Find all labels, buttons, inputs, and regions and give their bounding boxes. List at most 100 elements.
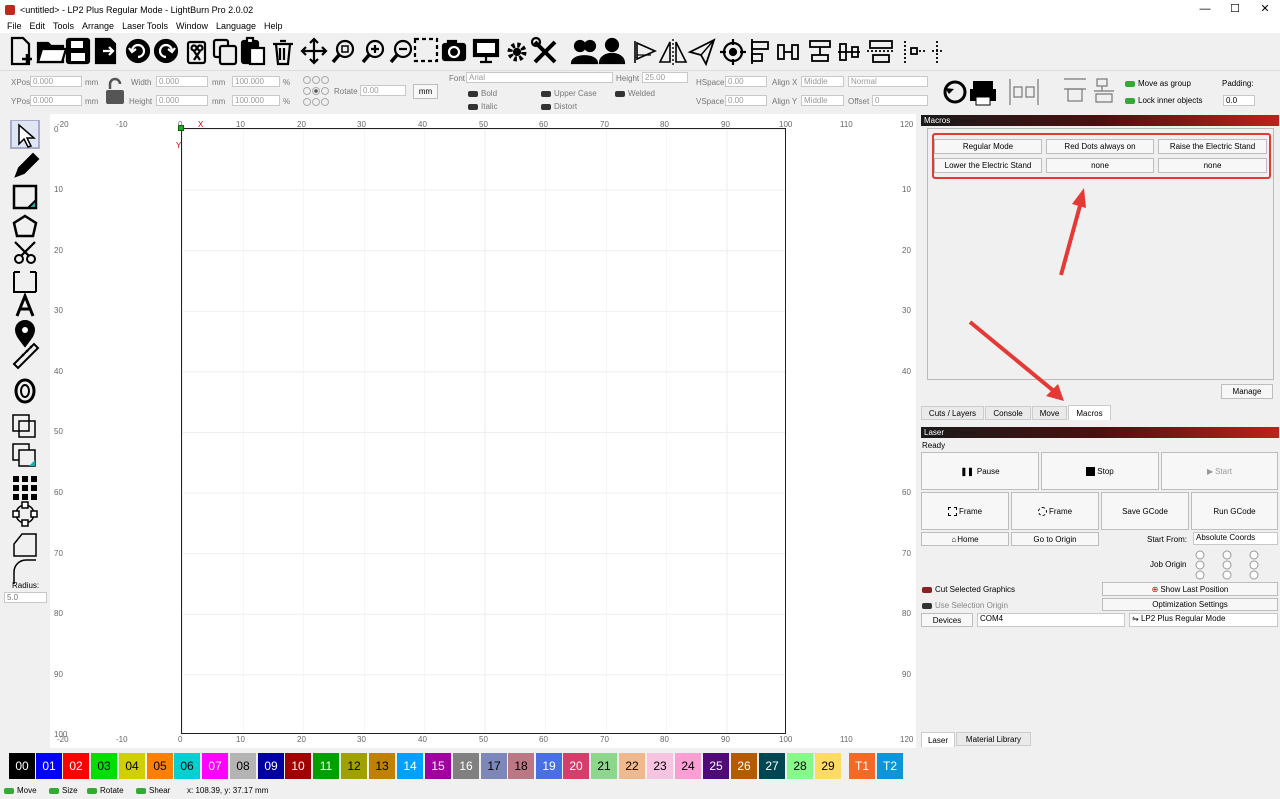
align-icon-5[interactable] xyxy=(867,40,895,63)
monitor-icon[interactable] xyxy=(472,38,500,64)
move-icon[interactable] xyxy=(300,37,328,65)
layer-swatch-24[interactable]: 24 xyxy=(675,753,701,779)
layer-swatch-17[interactable]: 17 xyxy=(481,753,507,779)
camera-icon[interactable] xyxy=(441,39,467,62)
close-button[interactable]: ✕ xyxy=(1250,0,1280,19)
minimize-button[interactable]: — xyxy=(1190,0,1220,19)
layer-swatch-14[interactable]: 14 xyxy=(397,753,423,779)
zoom-in-icon[interactable] xyxy=(361,39,385,64)
font-height-input[interactable]: 25.00 xyxy=(642,72,688,83)
start-from-select[interactable]: Absolute Coords xyxy=(1193,532,1278,545)
zoom-selection-icon[interactable] xyxy=(331,39,355,64)
layer-swatch-22[interactable]: 22 xyxy=(619,753,645,779)
layer-swatch-10[interactable]: 10 xyxy=(285,753,311,779)
layer-swatch-12[interactable]: 12 xyxy=(341,753,367,779)
crop-icon[interactable] xyxy=(13,271,37,293)
save-gcode-button[interactable]: Save GCode xyxy=(1101,492,1189,530)
show-last-position-button[interactable]: ⊕ Show Last Position xyxy=(1102,582,1278,596)
move-mode-toggle[interactable]: Move xyxy=(4,786,37,795)
settings-icon[interactable] xyxy=(507,42,527,62)
hspace-input[interactable]: 0.00 xyxy=(725,76,767,87)
macro-none-button-1[interactable]: none xyxy=(1046,158,1154,173)
corner-icon[interactable] xyxy=(13,533,37,557)
layer-swatch-27[interactable]: 27 xyxy=(759,753,785,779)
layer-swatch-07[interactable]: 07 xyxy=(202,753,228,779)
macro-red-dots-button[interactable]: Red Dots always on xyxy=(1046,139,1154,154)
upper-case-toggle[interactable]: Upper Case xyxy=(541,89,597,98)
boolean-union-icon[interactable] xyxy=(12,414,36,438)
pencil-icon[interactable] xyxy=(14,152,40,178)
paste-icon[interactable] xyxy=(240,36,266,66)
boolean-subtract-icon[interactable] xyxy=(12,443,36,467)
layer-swatch-06[interactable]: 06 xyxy=(174,753,200,779)
pause-button[interactable]: ❚❚ Pause xyxy=(921,452,1039,490)
offset-input[interactable]: 0 xyxy=(872,95,928,106)
work-area-grid[interactable] xyxy=(181,128,786,734)
copy-icon[interactable] xyxy=(212,38,238,66)
units-toggle-button[interactable]: mm xyxy=(413,84,438,99)
menu-arrange[interactable]: Arrange xyxy=(82,21,114,31)
layer-swatch-08[interactable]: 08 xyxy=(230,753,256,779)
width-percent-input[interactable]: 100.000 xyxy=(232,76,280,87)
start-button[interactable]: ▶ Start xyxy=(1161,452,1278,490)
menu-laser-tools[interactable]: Laser Tools xyxy=(122,21,168,31)
layer-swatch-19[interactable]: 19 xyxy=(536,753,562,779)
new-file-icon[interactable] xyxy=(10,36,32,66)
run-gcode-button[interactable]: Run GCode xyxy=(1191,492,1278,530)
anchor-point-selector[interactable] xyxy=(302,75,330,107)
layer-swatch-28[interactable]: 28 xyxy=(787,753,813,779)
size-mode-toggle[interactable]: Size xyxy=(49,786,78,795)
flip-icon[interactable] xyxy=(943,80,967,104)
layer-swatch-t2[interactable]: T2 xyxy=(877,753,903,779)
layer-swatch-23[interactable]: 23 xyxy=(647,753,673,779)
align-icon-6[interactable] xyxy=(904,41,942,63)
use-selection-origin-toggle[interactable]: Use Selection Origin xyxy=(922,601,1008,610)
layer-swatch-16[interactable]: 16 xyxy=(453,753,479,779)
devices-button[interactable]: Devices xyxy=(921,613,973,627)
frame-select-icon[interactable] xyxy=(413,37,439,63)
align-y-select[interactable]: Middle xyxy=(801,95,844,106)
frame-circle-button[interactable]: Frame xyxy=(1011,492,1099,530)
tab-material-library[interactable]: Material Library xyxy=(956,732,1031,746)
polygon-icon[interactable] xyxy=(12,214,38,238)
layer-swatch-15[interactable]: 15 xyxy=(425,753,451,779)
layer-swatch-25[interactable]: 25 xyxy=(703,753,729,779)
align-icon-1[interactable] xyxy=(751,39,769,64)
tools-icon[interactable] xyxy=(530,36,557,64)
macro-none-button-2[interactable]: none xyxy=(1158,158,1267,173)
welded-toggle[interactable]: Welded xyxy=(615,89,655,98)
rotate-mode-toggle[interactable]: Rotate xyxy=(87,786,124,795)
delete-icon[interactable] xyxy=(273,39,293,66)
home-button[interactable]: ⌂ Home xyxy=(921,532,1009,546)
ruler-icon[interactable] xyxy=(12,342,40,370)
menu-tools[interactable]: Tools xyxy=(53,21,74,31)
move-as-group-toggle[interactable]: Move as group xyxy=(1125,79,1191,88)
layer-swatch-01[interactable]: 01 xyxy=(36,753,62,779)
radius-input[interactable]: 5.0 xyxy=(4,592,47,603)
group-icon[interactable] xyxy=(570,39,599,65)
layer-swatch-20[interactable]: 20 xyxy=(563,753,589,779)
macro-regular-mode-button[interactable]: Regular Mode xyxy=(934,139,1042,154)
circular-array-icon[interactable] xyxy=(12,501,38,527)
cut-icon[interactable] xyxy=(186,40,207,65)
distort-toggle[interactable]: Distort xyxy=(541,102,577,111)
align-icon-3[interactable] xyxy=(809,40,831,62)
menu-language[interactable]: Language xyxy=(216,21,256,31)
stop-button[interactable]: Stop xyxy=(1041,452,1159,490)
open-folder-icon[interactable] xyxy=(36,41,68,64)
text-mode-select[interactable]: Normal xyxy=(848,76,928,87)
target-icon[interactable] xyxy=(720,39,746,65)
maximize-button[interactable]: ☐ xyxy=(1220,0,1250,19)
menu-edit[interactable]: Edit xyxy=(30,21,46,31)
redo-icon[interactable] xyxy=(153,38,179,64)
scissors-icon[interactable] xyxy=(14,241,36,264)
mirror-horizontal-icon[interactable] xyxy=(634,41,657,63)
layer-swatch-09[interactable]: 09 xyxy=(258,753,284,779)
shear-mode-toggle[interactable]: Shear xyxy=(136,786,170,795)
layer-swatch-04[interactable]: 04 xyxy=(119,753,145,779)
printer-icon[interactable] xyxy=(970,81,996,106)
port-select[interactable]: COM4 xyxy=(977,613,1125,627)
text-icon[interactable] xyxy=(15,291,35,317)
vspace-input[interactable]: 0.00 xyxy=(725,95,767,106)
offset-icon[interactable] xyxy=(14,378,36,404)
